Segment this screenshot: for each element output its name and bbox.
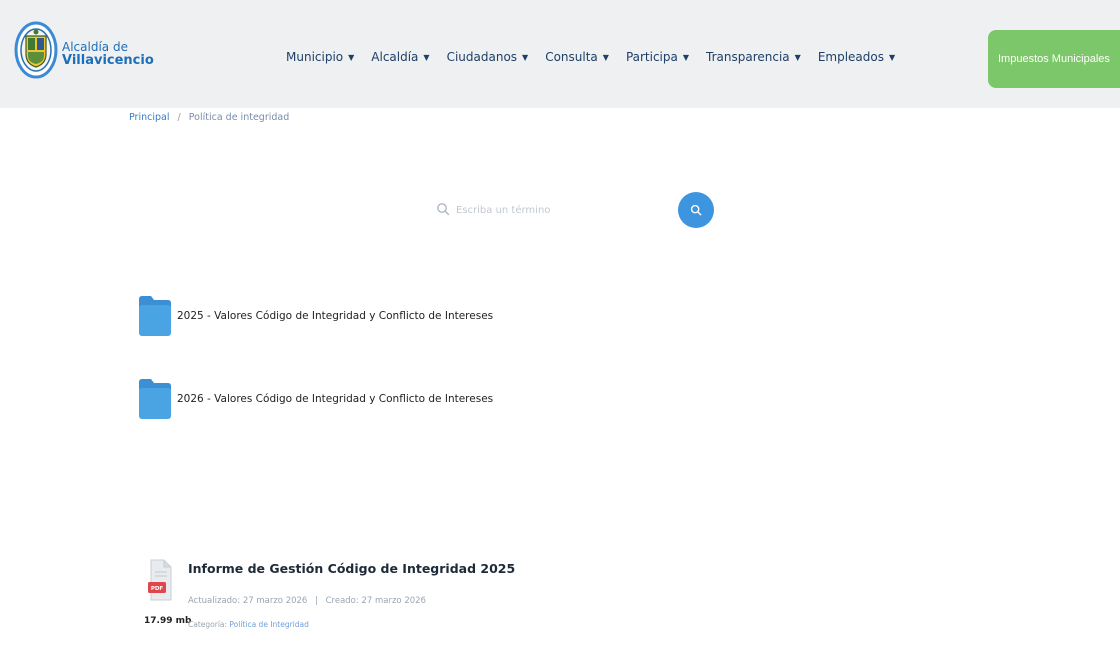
nav-item-empleados[interactable]: Empleados ▼ [818, 50, 895, 64]
nav-item-transparencia[interactable]: Transparencia ▼ [706, 50, 801, 64]
created-date: Creado: 27 marzo 2026 [325, 596, 426, 606]
logo-line-2: Villavicencio [62, 53, 154, 68]
municipal-taxes-button[interactable]: Impuestos Municipales [988, 30, 1120, 88]
nav-label: Ciudadanos [446, 50, 518, 64]
document-search [432, 192, 722, 228]
file-size: 17.99 mb [144, 616, 192, 626]
folder-icon [139, 379, 171, 419]
nav-item-alcaldia[interactable]: Alcaldía ▼ [371, 50, 429, 64]
search-icon [437, 203, 450, 216]
category-link[interactable]: Política de Integridad [229, 620, 308, 629]
nav-label: Municipio [286, 50, 344, 64]
nav-label: Empleados [817, 50, 884, 64]
breadcrumb-home-link[interactable]: Principal [129, 112, 169, 123]
site-header: Alcaldía de Villavicencio Municipio ▼ Al… [0, 0, 1120, 108]
municipality-name[interactable]: Alcaldía de Villavicencio [62, 40, 154, 68]
main-nav: Municipio ▼ Alcaldía ▼ Ciudadanos ▼ Cons… [286, 50, 912, 64]
nav-label: Participa [625, 50, 678, 64]
document-title-link[interactable]: Informe de Gestión Código de Integridad … [188, 561, 515, 576]
chevron-down-icon: ▼ [794, 52, 801, 62]
nav-label: Alcaldía [371, 50, 419, 64]
coat-of-arms-icon [14, 21, 58, 79]
nav-item-participa[interactable]: Participa ▼ [626, 50, 689, 64]
nav-item-consulta[interactable]: Consulta ▼ [545, 50, 609, 64]
nav-item-municipio[interactable]: Municipio ▼ [286, 50, 354, 64]
folder-icon [139, 296, 171, 336]
chevron-down-icon: ▼ [682, 52, 690, 62]
breadcrumb-separator: / [177, 112, 181, 123]
nav-label: Consulta [545, 50, 598, 64]
search-icon [690, 204, 702, 216]
chevron-down-icon: ▼ [522, 52, 529, 62]
folder-label: 2025 - Valores Código de Integridad y Co… [177, 310, 494, 322]
category-label: Categoría: [188, 620, 228, 629]
chevron-down-icon: ▼ [348, 52, 355, 62]
updated-date: Actualizado: 27 marzo 2026 [188, 596, 308, 606]
logo-line-1: Alcaldía de [62, 40, 128, 54]
meta-separator: | [315, 596, 318, 606]
pdf-badge-text: PDF [151, 586, 164, 592]
nav-item-ciudadanos[interactable]: Ciudadanos ▼ [447, 50, 529, 64]
municipal-logo[interactable] [14, 20, 58, 80]
pdf-file-icon[interactable]: PDF [146, 558, 174, 604]
chevron-down-icon: ▼ [602, 52, 609, 62]
folder-2025-integrity-values[interactable]: 2025 - Valores Código de Integridad y Co… [137, 293, 493, 339]
folder-2026-integrity-values[interactable]: 2026 - Valores Código de Integridad y Co… [137, 376, 493, 422]
search-button[interactable] [678, 192, 714, 228]
breadcrumb: Principal / Política de integridad [129, 112, 289, 123]
chevron-down-icon: ▼ [423, 52, 430, 62]
document-dates: Actualizado: 27 marzo 2026 | Creado: 27 … [188, 596, 426, 606]
chevron-down-icon: ▼ [888, 52, 896, 62]
folder-label: 2026 - Valores Código de Integridad y Co… [177, 393, 494, 405]
nav-label: Transparencia [706, 50, 790, 64]
breadcrumb-current: Política de integridad [188, 112, 290, 123]
document-item: PDF 17.99 mb Informe de Gestión Código d… [144, 556, 564, 646]
search-input[interactable] [454, 198, 674, 222]
document-category: Categoría: Política de Integridad [188, 620, 309, 629]
